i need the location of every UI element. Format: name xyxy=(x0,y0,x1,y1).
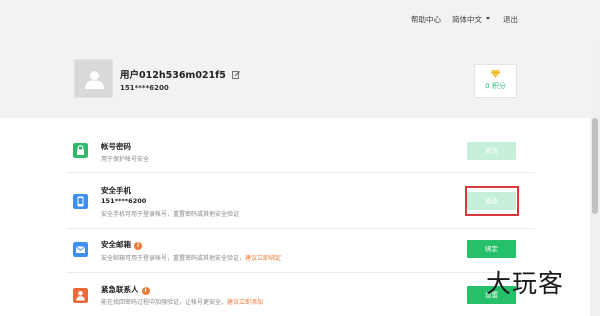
user-silhouette-icon xyxy=(85,71,104,89)
avatar[interactable] xyxy=(74,59,113,98)
list-item-password: 帐号密码 用于保护帐号安全 修改 xyxy=(66,137,535,182)
row-title-text: 安全邮箱 xyxy=(101,240,131,249)
username-text: 用户012h536m021f5 xyxy=(120,70,226,81)
info-icon[interactable]: i xyxy=(134,242,142,250)
row-title: 安全邮箱 i xyxy=(101,239,142,250)
help-center-link[interactable]: 帮助中心 xyxy=(411,14,441,25)
phone-icon xyxy=(73,194,88,209)
diamond-icon xyxy=(491,70,500,78)
top-nav-bar: 帮助中心 简体中文 退出 xyxy=(0,0,600,40)
info-icon[interactable]: i xyxy=(141,287,150,295)
list-item-email: 安全邮箱 i 安全邮箱可用于登录帐号，重置密码或其他安全验证，建议立即绑定 绑定 xyxy=(66,236,535,281)
points-value: 0 积分 xyxy=(485,82,506,90)
list-item-emergency-contact: 紧急联系人 i 能在找回密码过程中加强验证，让帐号更安全，建议立即添加 设置 xyxy=(66,280,535,316)
points-card[interactable]: 0 积分 xyxy=(474,64,517,98)
modify-password-button[interactable]: 修改 xyxy=(467,142,516,160)
username: 用户012h536m021f5 xyxy=(120,67,241,81)
row-title: 安全手机 xyxy=(101,186,131,195)
profile-phone: 151****6200 xyxy=(120,84,169,92)
language-label: 简体中文 xyxy=(452,15,482,24)
bind-now-link[interactable]: 建议立即绑定 xyxy=(245,255,281,262)
row-title-text: 紧急联系人 xyxy=(101,285,139,294)
mail-icon xyxy=(73,242,88,257)
logout-link[interactable]: 退出 xyxy=(503,14,518,25)
divider xyxy=(66,272,535,273)
row-description-text: 安全邮箱可用于登录帐号，重置密码或其他安全验证， xyxy=(101,255,246,262)
row-description: 安全邮箱可用于登录帐号，重置密码或其他安全验证，建议立即绑定 xyxy=(101,253,281,262)
watermark-logo: 大玩客 xyxy=(486,269,565,298)
scrollbar-thumb[interactable] xyxy=(592,118,598,214)
highlight-box xyxy=(465,186,519,216)
row-title: 帐号密码 xyxy=(101,142,131,151)
divider xyxy=(66,228,535,229)
divider xyxy=(66,172,535,173)
language-selector[interactable]: 简体中文 xyxy=(452,14,490,25)
contact-person-icon xyxy=(73,288,88,303)
row-description: 能在找回密码过程中加强验证，让帐号更安全，建议立即添加 xyxy=(101,297,263,306)
row-description-text: 能在找回密码过程中加强验证，让帐号更安全， xyxy=(101,299,228,306)
row-description: 安全手机可用于登录帐号，重置密码或其他安全验证 xyxy=(101,211,240,218)
profile-header: 用户012h536m021f5 151****6200 0 积分 xyxy=(0,40,600,118)
row-description: 用于保护帐号安全 xyxy=(101,156,150,163)
chevron-down-icon xyxy=(486,17,490,20)
row-title: 紧急联系人 i xyxy=(101,284,150,295)
bind-email-button[interactable]: 绑定 xyxy=(467,240,516,258)
scrollbar[interactable] xyxy=(590,40,600,316)
lock-icon xyxy=(73,143,88,158)
edit-icon[interactable] xyxy=(232,71,241,79)
row-phone-number: 151****6200 xyxy=(101,197,147,205)
add-now-link[interactable]: 建议立即添加 xyxy=(227,299,263,306)
